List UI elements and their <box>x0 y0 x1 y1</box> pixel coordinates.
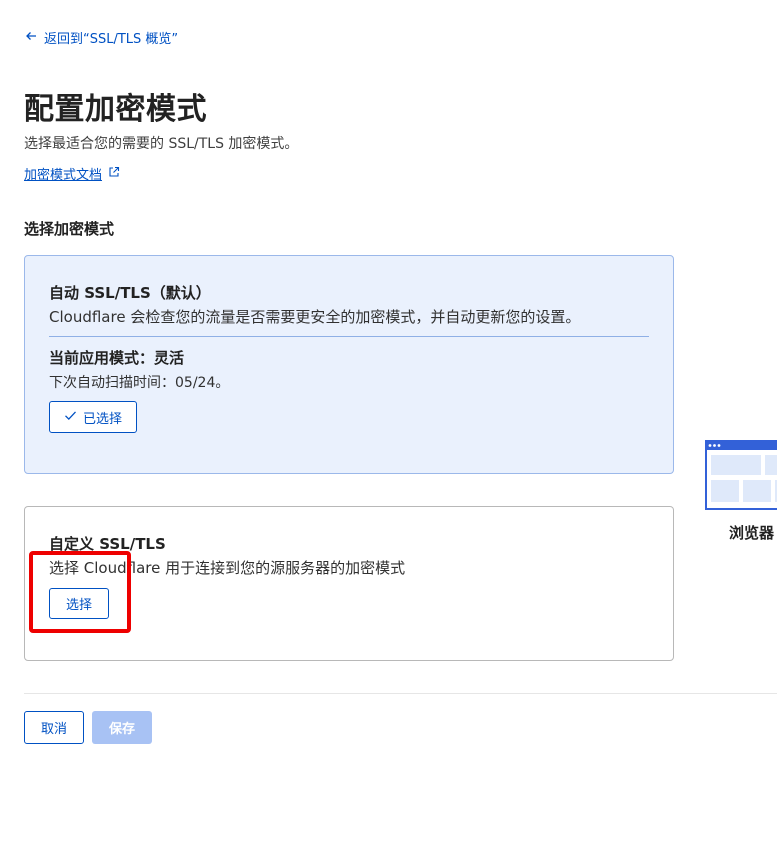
custom-ssl-title: 自定义 SSL/TLS <box>49 535 166 553</box>
external-link-icon <box>108 166 120 182</box>
browser-label: 浏览器 <box>729 524 775 542</box>
custom-ssl-description: 选择 Cloudflare 用于连接到您的源服务器的加密模式 <box>49 559 406 577</box>
highlight-box <box>29 551 131 633</box>
auto-ssl-card[interactable]: 自动 SSL/TLS（默认） Cloudflare 会检查您的流量是否需要更安全… <box>24 255 674 474</box>
encryption-docs-link[interactable]: 加密模式文档 <box>24 164 120 183</box>
check-icon <box>64 409 77 425</box>
doc-link-label: 加密模式文档 <box>24 168 103 183</box>
next-scan-time: 下次自动扫描时间：05/24。 <box>49 375 230 391</box>
page-subtitle: 选择最适合您的需要的 SSL/TLS 加密模式。 <box>24 136 299 152</box>
back-link-label: 返回到“SSL/TLS 概览” <box>44 32 179 47</box>
footer-divider <box>24 693 777 694</box>
back-link[interactable]: 返回到“SSL/TLS 概览” <box>24 28 178 47</box>
arrow-left-icon <box>24 29 38 47</box>
card-divider <box>49 336 649 337</box>
selected-button-label: 已选择 <box>83 410 123 426</box>
auto-ssl-description: Cloudflare 会检查您的流量是否需要更安全的加密模式，并自动更新您的设置… <box>49 308 581 326</box>
selected-button[interactable]: 已选择 <box>49 401 138 433</box>
section-label: 选择加密模式 <box>24 220 115 238</box>
save-button[interactable]: 保存 <box>92 711 152 744</box>
cancel-button[interactable]: 取消 <box>24 711 84 744</box>
browser-illustration <box>705 440 777 510</box>
current-mode: 当前应用模式：灵活 <box>49 349 185 367</box>
auto-ssl-title: 自动 SSL/TLS（默认） <box>49 284 211 302</box>
page-title: 配置加密模式 <box>24 92 207 127</box>
